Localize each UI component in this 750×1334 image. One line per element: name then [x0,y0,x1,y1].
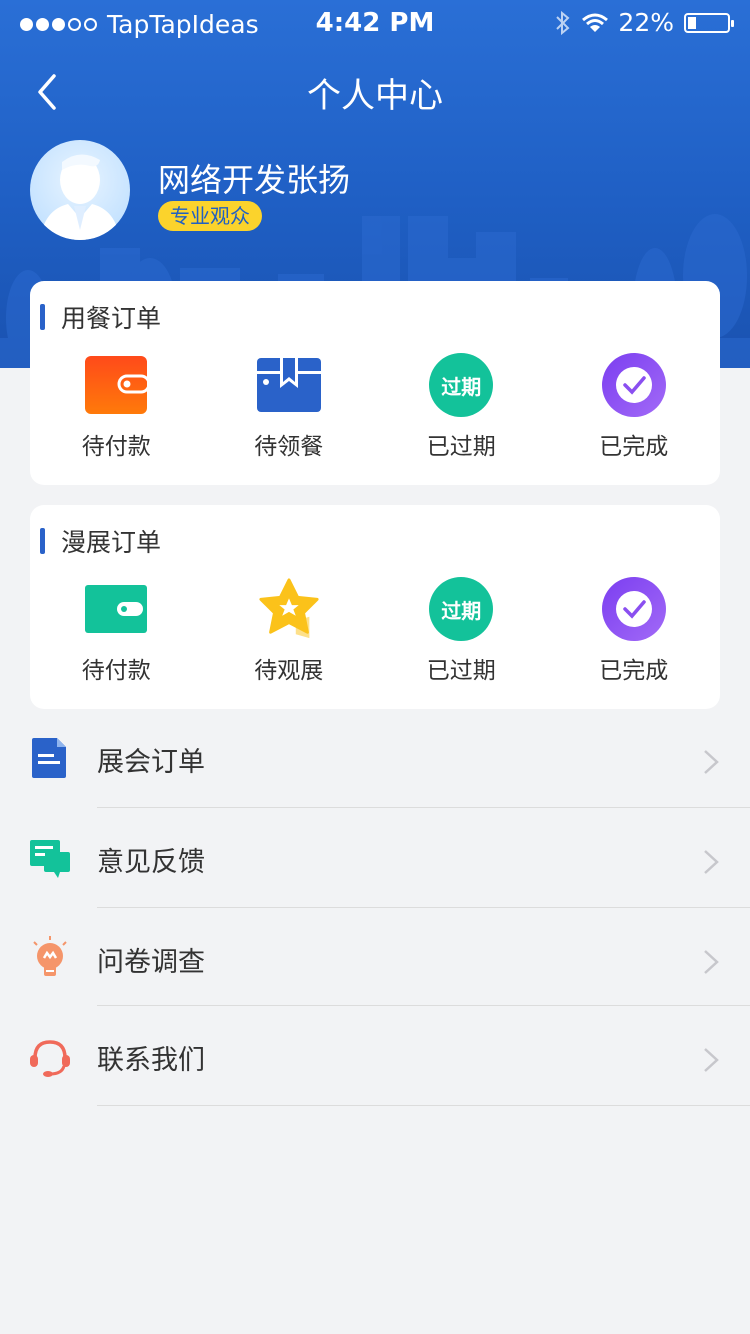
page-title: 个人中心 [307,76,443,116]
menu-item-label: 问卷调查 [97,947,205,978]
meal-order-completed-label: 已完成 [599,434,669,460]
meal-order-pending-payment-label: 待付款 [81,434,151,460]
comic-order-expired[interactable]: 过期 已过期 [375,577,548,685]
meal-order-expired[interactable]: 过期 已过期 [375,353,548,461]
package-icon [256,358,321,412]
meal-order-expired-label: 已过期 [426,434,496,460]
menu-item-label: 意见反馈 [97,847,205,878]
comic-orders-title: 漫展订单 [40,523,161,559]
feedback-icon [30,840,70,878]
battery-icon [684,12,734,33]
title-accent-bar [40,528,45,554]
menu-item-contact-us[interactable]: 联系我们 [0,1006,750,1106]
user-name: 网络开发张扬 [158,161,351,199]
status-bar: TapTapIdeas 4:42 PM 22% [0,0,750,48]
comic-orders-items: 待付款 待观展 过期 已过期 已完成 [30,577,720,685]
comic-order-pending-visit[interactable]: 待观展 [203,577,376,685]
check-circle-icon [601,353,666,417]
lightbulb-icon [33,936,67,976]
menu-item-survey[interactable]: 问卷调查 [0,908,750,1006]
wallet-icon [85,356,148,414]
comic-order-completed-label: 已完成 [599,658,669,684]
expired-icon: 过期 [429,353,494,417]
headset-icon [30,1040,70,1077]
meal-orders-title-text: 用餐订单 [61,304,162,333]
wallet-icon [85,585,148,633]
user-silhouette-icon [40,154,120,240]
expired-icon: 过期 [429,577,494,641]
avatar[interactable] [30,140,130,240]
comic-orders-card: 漫展订单 待付款 待观展 过期 已过期 已完成 [30,505,720,709]
comic-order-pending-visit-label: 待观展 [254,658,324,684]
menu-item-exhibition-orders[interactable]: 展会订单 [0,708,750,808]
star-icon [259,578,319,639]
meal-order-pending-pickup-label: 待领餐 [254,434,324,460]
divider [97,1105,750,1106]
chevron-right-icon [704,850,719,874]
chevron-right-icon [704,950,719,974]
wifi-icon [582,13,609,32]
document-icon [32,738,66,778]
menu-list: 展会订单 意见反馈 问卷调查 联系我们 [0,708,750,1106]
meal-order-completed[interactable]: 已完成 [548,353,721,461]
comic-order-pending-payment[interactable]: 待付款 [30,577,203,685]
meal-order-pending-payment[interactable]: 待付款 [30,353,203,461]
check-circle-icon [601,577,666,641]
status-right: 22% [554,8,734,37]
comic-order-pending-payment-label: 待付款 [81,658,151,684]
comic-orders-title-text: 漫展订单 [61,528,162,557]
battery-percent: 22% [618,8,674,37]
menu-item-feedback[interactable]: 意见反馈 [0,808,750,908]
comic-order-expired-label: 已过期 [426,658,496,684]
meal-orders-items: 待付款 待领餐 过期 已过期 已完成 [30,353,720,461]
user-badge: 专业观众 [158,201,262,231]
chevron-right-icon [704,750,719,774]
battery-fill [688,16,696,29]
meal-orders-title: 用餐订单 [40,299,161,335]
meal-order-pending-pickup[interactable]: 待领餐 [203,353,376,461]
comic-order-completed[interactable]: 已完成 [548,577,721,685]
bluetooth-icon [556,10,570,35]
menu-item-label: 联系我们 [97,1045,205,1076]
title-accent-bar [40,304,45,330]
menu-item-label: 展会订单 [97,747,205,778]
chevron-right-icon [704,1048,719,1072]
meal-orders-card: 用餐订单 待付款 待领餐 过期 已过期 已完成 [30,281,720,485]
